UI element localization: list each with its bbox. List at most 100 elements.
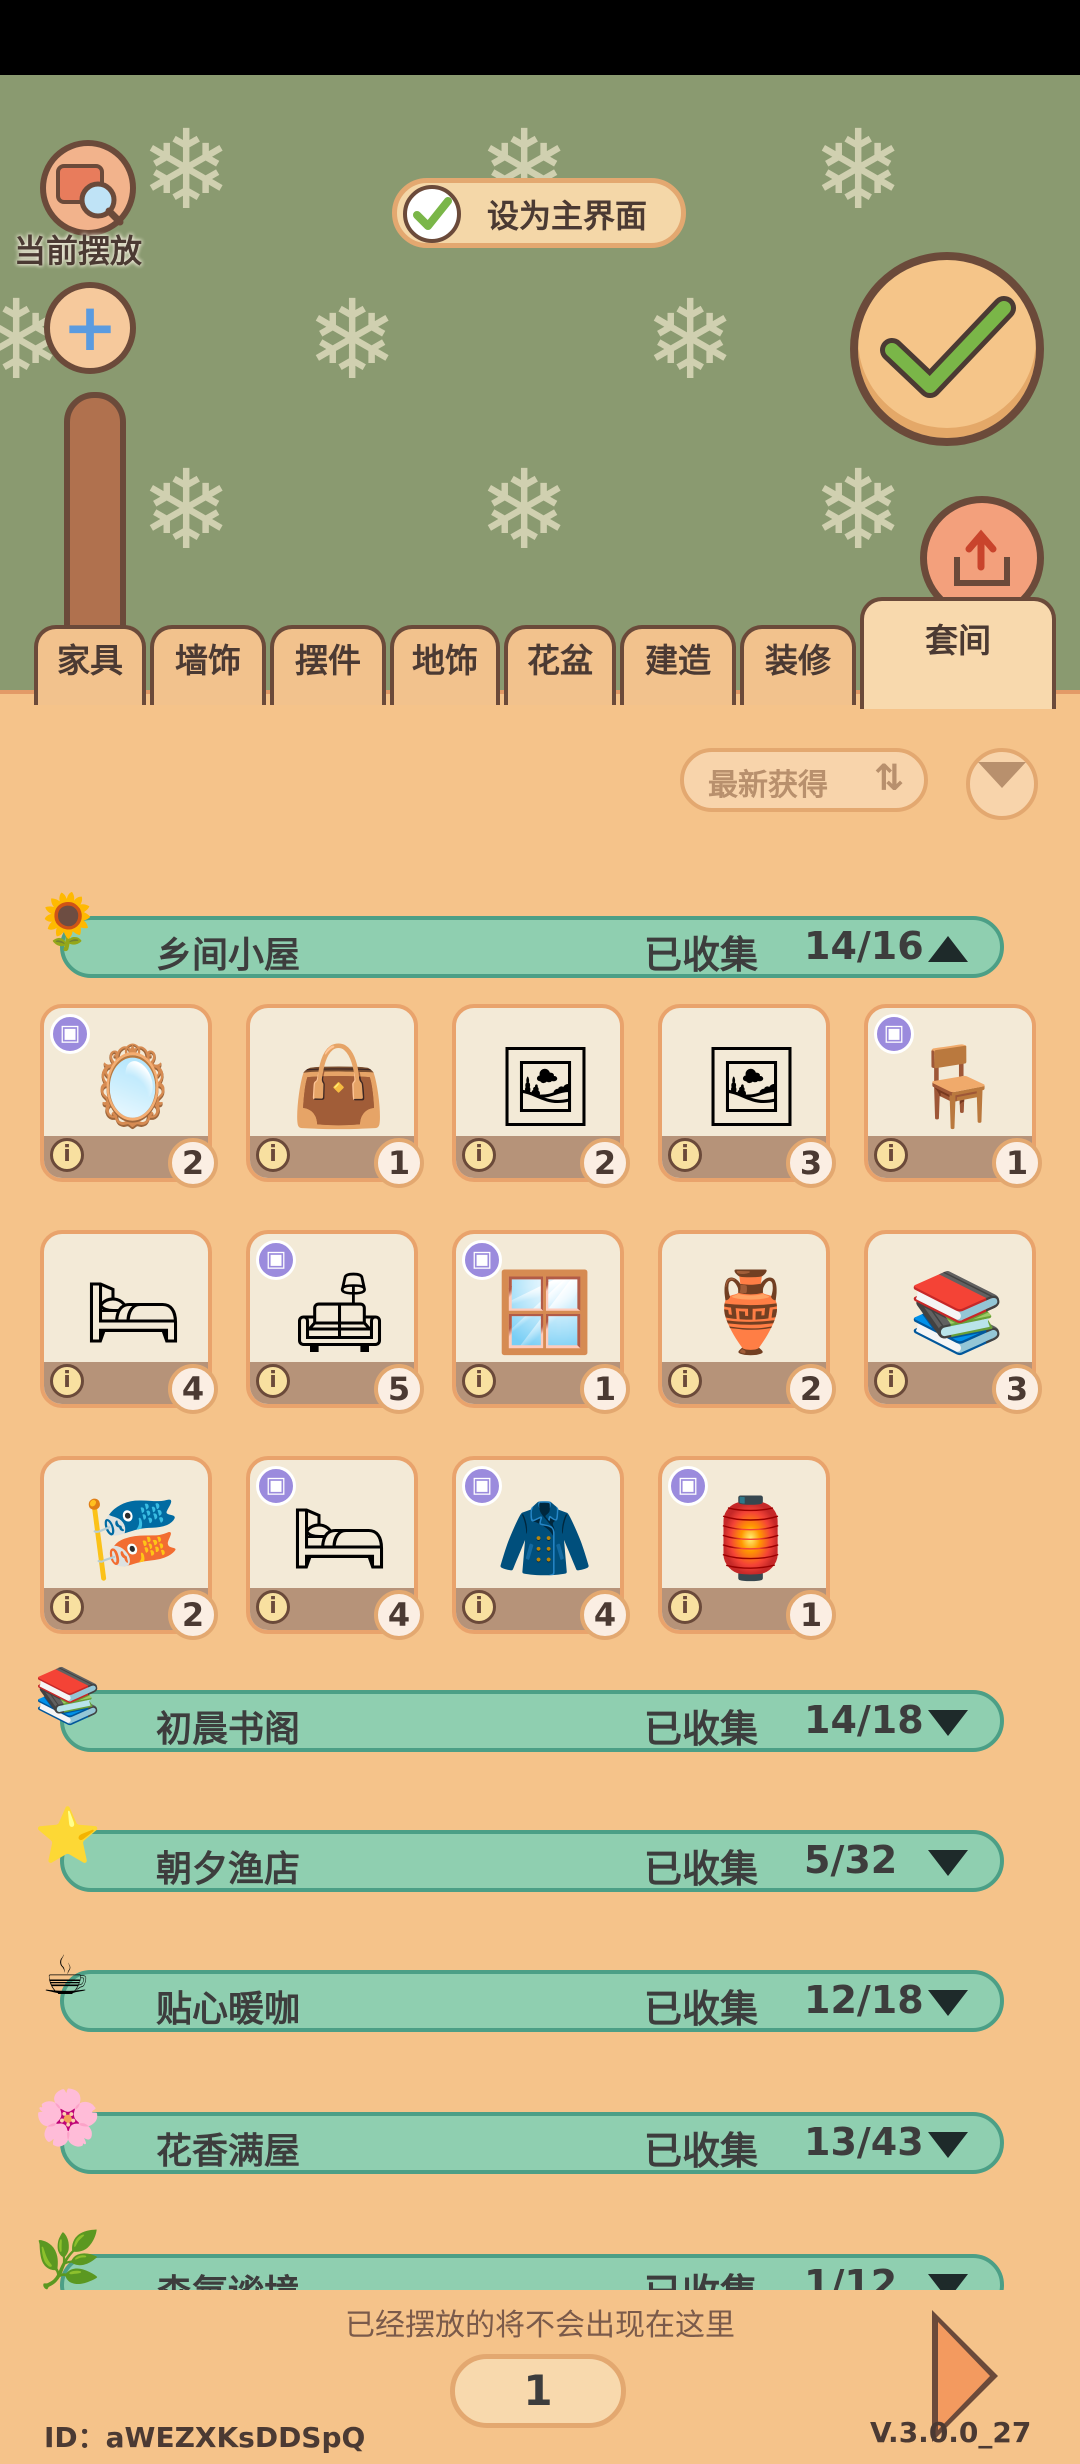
coffee-cup-icon: ☕	[41, 1944, 91, 2007]
tab-renovation[interactable]: 装修	[740, 625, 856, 705]
category-bar[interactable]: 🌸 花香满屋 已收集 13/43	[34, 2086, 1004, 2174]
item-card[interactable]: 🪟 ▣ i 1	[452, 1230, 630, 1414]
item-quantity: 2	[786, 1364, 836, 1414]
plant-icon: 🌿	[34, 2228, 102, 2290]
furniture-item-icon: 🛏	[290, 1494, 390, 1584]
tab-furniture[interactable]: 家具	[34, 625, 146, 705]
collected-count: 13/43	[804, 2120, 924, 2164]
item-card[interactable]: 🧥 ▣ i 4	[452, 1456, 630, 1640]
star-icon: ⭐	[34, 1804, 102, 1867]
furniture-item-icon: 🖼	[496, 1042, 596, 1132]
item-card[interactable]: 👜 i 1	[246, 1004, 424, 1188]
checkmark-icon	[880, 296, 1016, 398]
category-name: 花香满屋	[156, 2131, 301, 2172]
tab-wall-decor[interactable]: 墙饰	[150, 625, 266, 705]
current-placement-label: 当前摆放	[14, 232, 143, 270]
sort-selector[interactable]: 最新获得 ⇅	[680, 748, 928, 812]
page-number: 1	[450, 2354, 626, 2428]
category-bar[interactable]: 🌻 乡间小屋 已收集 14/16	[34, 890, 1004, 978]
snowflake-decoration: ❄	[140, 106, 233, 234]
item-quantity: 3	[992, 1364, 1042, 1414]
tab-ornaments[interactable]: 摆件	[270, 625, 386, 705]
info-icon[interactable]: i	[874, 1364, 908, 1398]
info-icon[interactable]: i	[462, 1138, 496, 1172]
sort-label: 最新获得	[708, 768, 828, 803]
furniture-item-icon: 🏮	[702, 1494, 800, 1584]
info-icon[interactable]: i	[256, 1138, 290, 1172]
chevron-down-icon	[978, 762, 1026, 788]
category-tabs: 家具 墙饰 摆件 地饰 花盆 建造 装修 套间	[0, 597, 1080, 709]
suite-list[interactable]: 🌻 乡间小屋 已收集 14/16 🪞 ▣ i 2 👜 i 1 🖼 i 2 🖼 i 3 🪑 ▣ i 1 🛏 i 4 🛋 ▣ i…	[0, 870, 1080, 2290]
set-main-screen-toggle[interactable]: 设为主界面	[392, 178, 686, 248]
checkbox-checked-icon	[403, 185, 461, 243]
collected-label: 已收集	[644, 2262, 758, 2290]
placement-search-button[interactable]	[40, 140, 136, 236]
furniture-item-icon: 🛏	[84, 1268, 184, 1358]
snowflake-decoration: ❄	[478, 446, 571, 574]
tab-flowerpots[interactable]: 花盆	[504, 625, 616, 705]
item-card[interactable]: 🖼 i 2	[452, 1004, 630, 1188]
item-quantity: 4	[374, 1590, 424, 1640]
books-icon: 📚	[34, 1664, 102, 1727]
category-bar[interactable]: ⭐ 朝夕渔店 已收集 5/32	[34, 1804, 1004, 1892]
item-card[interactable]: 🏺 i 2	[658, 1230, 836, 1414]
item-card[interactable]: 🪑 ▣ i 1	[864, 1004, 1042, 1188]
filter-dropdown-button[interactable]	[966, 748, 1038, 820]
snowflake-decoration: ❄	[306, 276, 399, 404]
sunflower-icon: 🌻	[34, 890, 102, 953]
info-icon[interactable]: i	[50, 1364, 84, 1398]
collected-count: 12/18	[804, 1978, 924, 2022]
category-name: 贴心暖咖	[156, 1989, 301, 2030]
info-icon[interactable]: i	[462, 1364, 496, 1398]
sort-icon: ⇅	[874, 758, 905, 799]
category-bar[interactable]: ☕ 贴心暖咖 已收集 12/18	[42, 1944, 1004, 2032]
info-icon[interactable]: i	[462, 1590, 496, 1624]
furniture-item-icon: 🛋	[290, 1268, 390, 1358]
item-card[interactable]: 🎏 i 2	[40, 1456, 218, 1640]
furniture-item-icon: 👜	[290, 1042, 388, 1132]
info-icon[interactable]: i	[256, 1590, 290, 1624]
item-card[interactable]: 🛋 ▣ i 5	[246, 1230, 424, 1414]
collected-label: 已收集	[644, 1847, 759, 1891]
collected-count: 1/12	[804, 2262, 898, 2290]
item-card[interactable]: 🪞 ▣ i 2	[40, 1004, 218, 1188]
category-bar[interactable]: 🌿 森氛谧境 已收集 1/12	[34, 2228, 1004, 2290]
category-bar[interactable]: 📚 初晨书阁 已收集 14/18	[34, 1664, 1004, 1752]
info-icon[interactable]: i	[50, 1590, 84, 1624]
item-quantity: 1	[992, 1138, 1042, 1188]
item-quantity: 2	[580, 1138, 630, 1188]
collected-count: 5/32	[804, 1838, 898, 1882]
storage-tag-icon: ▣	[50, 1014, 90, 1054]
collected-count: 14/16	[804, 924, 924, 968]
furniture-item-icon: 🧥	[496, 1494, 594, 1584]
collected-count: 14/18	[804, 1698, 924, 1742]
furniture-item-icon: 🪞	[84, 1042, 182, 1132]
furniture-item-icon: 🖼	[702, 1042, 802, 1132]
info-icon[interactable]: i	[668, 1590, 702, 1624]
info-icon[interactable]: i	[874, 1138, 908, 1172]
item-card[interactable]: 📚 i 3	[864, 1230, 1042, 1414]
item-quantity: 1	[374, 1138, 424, 1188]
tab-suites[interactable]: 套间	[860, 597, 1056, 709]
collected-label: 已收集	[644, 2129, 759, 2173]
item-quantity: 3	[786, 1138, 836, 1188]
confirm-button[interactable]	[850, 252, 1044, 446]
furniture-item-icon: 📚	[908, 1268, 1006, 1358]
collected-label: 已收集	[644, 1707, 759, 1751]
storage-tag-icon: ▣	[462, 1240, 502, 1280]
item-card[interactable]: 🛏 i 4	[40, 1230, 218, 1414]
player-id: ID：aWEZXKsDDSpQ	[44, 2421, 366, 2454]
furniture-item-icon: 🎏	[84, 1494, 182, 1584]
info-icon[interactable]: i	[668, 1138, 702, 1172]
item-card[interactable]: 🖼 i 3	[658, 1004, 836, 1188]
tab-building[interactable]: 建造	[620, 625, 736, 705]
collected-label: 已收集	[644, 1987, 759, 2031]
info-icon[interactable]: i	[668, 1364, 702, 1398]
item-card[interactable]: 🛏 ▣ i 4	[246, 1456, 424, 1640]
info-icon[interactable]: i	[256, 1364, 290, 1398]
expand-arrow-icon	[928, 1850, 968, 1876]
tab-floor-decor[interactable]: 地饰	[390, 625, 500, 705]
zoom-in-button[interactable]: +	[44, 282, 136, 374]
item-card[interactable]: 🏮 ▣ i 1	[658, 1456, 836, 1640]
info-icon[interactable]: i	[50, 1138, 84, 1172]
